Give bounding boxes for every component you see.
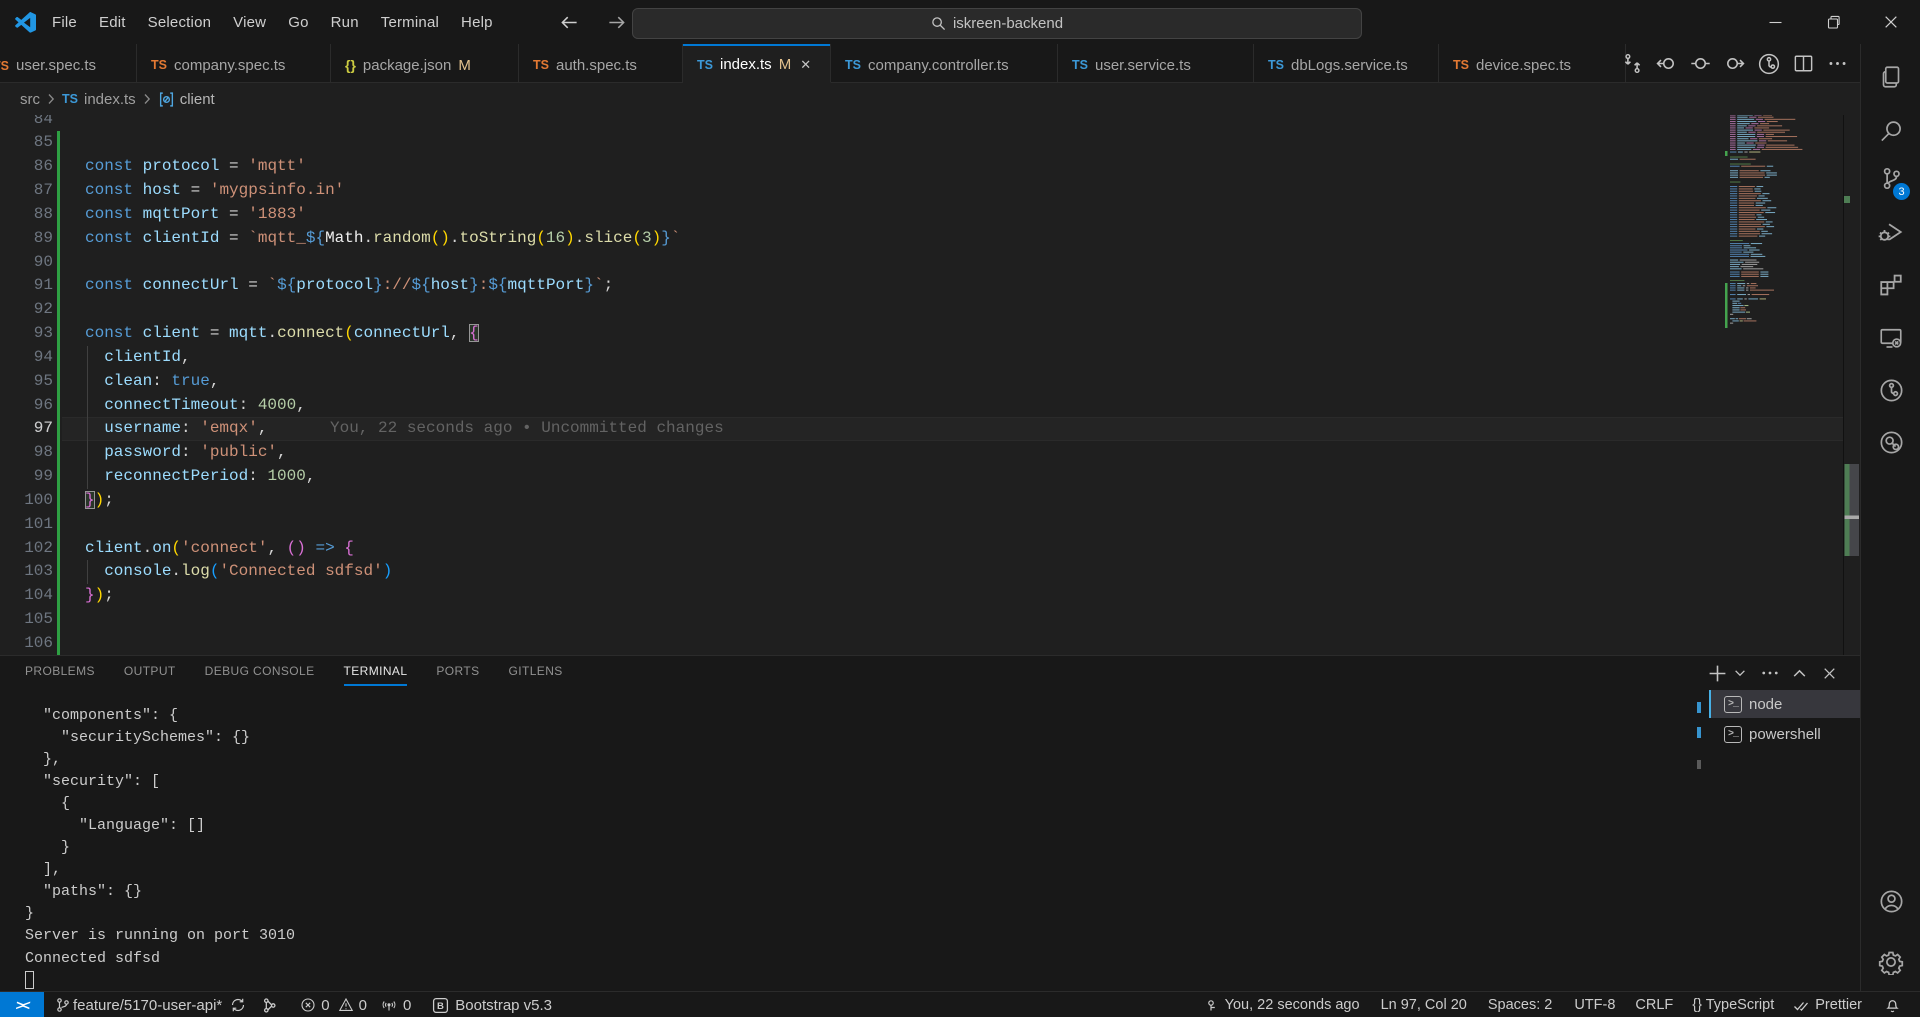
- svg-text:B: B: [437, 1001, 444, 1012]
